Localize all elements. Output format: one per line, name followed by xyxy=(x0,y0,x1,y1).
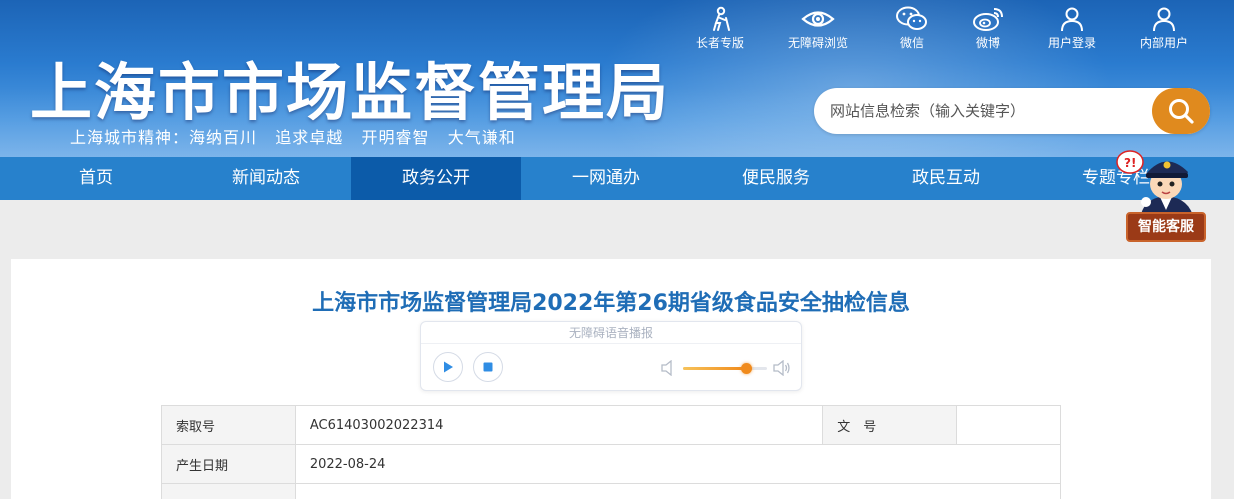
volume-slider-knob[interactable] xyxy=(741,363,752,374)
tool-label: 长者专版 xyxy=(695,36,744,50)
nav-item-government-affairs[interactable]: 政务公开 xyxy=(351,157,521,200)
tool-label: 用户登录 xyxy=(1047,36,1096,50)
elder-icon xyxy=(713,6,730,31)
tool-label: 无障碍浏览 xyxy=(787,36,848,50)
tool-internal-user[interactable]: 内部用户 xyxy=(1124,6,1204,51)
volume-slider-fill xyxy=(683,367,746,370)
info-value-document-number xyxy=(956,405,1061,445)
svg-text:?!: ?! xyxy=(1124,156,1136,170)
tool-label: 微信 xyxy=(899,36,924,50)
tool-accessible-browse[interactable]: 无障碍浏览 xyxy=(778,6,858,51)
tool-wechat[interactable]: 微信 xyxy=(872,6,952,51)
site-motto: 上海城市精神：海纳百川 追求卓越 开明睿智 大气谦和 xyxy=(70,128,516,147)
article-title: 上海市市场监督管理局2022年第26期省级食品安全抽检信息 xyxy=(312,291,910,316)
nav-item-news[interactable]: 新闻动态 xyxy=(181,157,351,200)
info-value-date: 2022-08-24 xyxy=(294,444,1062,484)
search-icon xyxy=(1169,99,1194,124)
smart-service-widget[interactable]: ?! 智能客服 xyxy=(1110,140,1214,246)
weibo-icon xyxy=(973,8,1003,31)
nav-item-home[interactable]: 首页 xyxy=(11,157,181,200)
smart-service-label: 智能客服 xyxy=(1126,212,1206,242)
eye-icon xyxy=(801,11,835,27)
tool-elder-version[interactable]: 长者专版 xyxy=(680,6,760,51)
table-row: 索取号 AC61403002022314 文 号 xyxy=(161,405,1061,445)
site-header: 上海市市场监督管理局 上海城市精神：海纳百川 追求卓越 开明睿智 大气谦和 长者… xyxy=(0,0,1234,157)
volume-low-icon[interactable] xyxy=(661,360,675,376)
volume-slider[interactable] xyxy=(683,363,767,374)
nav-item-interaction[interactable]: 政民互动 xyxy=(861,157,1031,200)
player-title: 无障碍语音播报 xyxy=(421,322,801,344)
info-key-empty xyxy=(161,483,296,499)
volume-high-icon[interactable] xyxy=(773,360,791,376)
table-row: 产生日期 2022-08-24 xyxy=(161,444,1062,484)
mascot-officer-icon: ?! xyxy=(1116,150,1194,220)
site-search xyxy=(814,88,1210,134)
stop-icon xyxy=(483,362,493,372)
wechat-icon xyxy=(896,6,927,30)
search-button[interactable] xyxy=(1152,88,1210,134)
info-key-document-number: 文 号 xyxy=(822,405,958,445)
table-row xyxy=(161,483,1062,499)
tool-label: 微博 xyxy=(975,36,1000,50)
nav-item-public-service[interactable]: 便民服务 xyxy=(691,157,861,200)
internal-user-icon xyxy=(1153,7,1175,32)
article-panel: 上海市市场监督管理局2022年第26期省级食品安全抽检信息 无障碍语音播报 索取… xyxy=(11,259,1211,499)
user-icon xyxy=(1061,7,1083,32)
search-input[interactable] xyxy=(814,88,1154,134)
nav-item-one-stop-service[interactable]: 一网通办 xyxy=(521,157,691,200)
play-button[interactable] xyxy=(433,352,463,382)
info-key-date: 产生日期 xyxy=(161,444,296,484)
info-value-index-number: AC61403002022314 xyxy=(294,405,824,445)
voice-player: 无障碍语音播报 xyxy=(420,321,802,391)
tool-user-login[interactable]: 用户登录 xyxy=(1032,6,1112,51)
tool-label: 内部用户 xyxy=(1139,36,1188,50)
document-info-table: 索取号 AC61403002022314 文 号 产生日期 2022-08-24 xyxy=(161,405,1062,499)
site-title[interactable]: 上海市市场监督管理局 xyxy=(30,42,670,132)
info-value-empty xyxy=(294,483,1062,499)
main-nav: 首页 新闻动态 政务公开 一网通办 便民服务 政民互动 专题专栏 xyxy=(0,157,1234,200)
info-key-index-number: 索取号 xyxy=(161,405,296,445)
play-icon xyxy=(444,361,453,373)
stop-button[interactable] xyxy=(473,352,503,382)
tool-weibo[interactable]: 微博 xyxy=(948,6,1028,51)
